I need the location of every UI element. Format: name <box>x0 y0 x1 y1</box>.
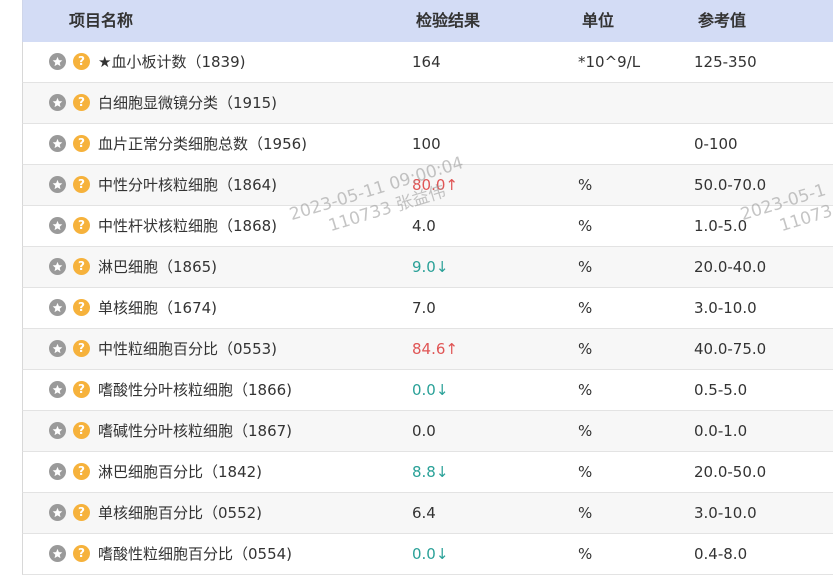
favorite-star-icon[interactable] <box>49 53 66 70</box>
item-reference: 20.0-50.0 <box>694 463 767 481</box>
item-result: 164 <box>412 53 441 71</box>
table-row: ? 淋巴细胞（1865) 9.0↓% 20.0-40.0 <box>22 247 833 288</box>
help-question-icon[interactable]: ? <box>73 217 90 234</box>
favorite-star-icon[interactable] <box>49 135 66 152</box>
help-question-icon[interactable]: ? <box>73 258 90 275</box>
item-name: 嗜酸性分叶核粒细胞（1866) <box>98 381 293 399</box>
item-name: 白细胞显微镜分类（1915) <box>98 94 278 112</box>
lab-results-table: 项目名称 检验结果 单位 参考值 ? ★血小板计数（1839) 164 *10^9/L… <box>22 0 833 575</box>
item-name: 单核细胞（1674) <box>98 299 218 317</box>
item-result: 0.0↓ <box>412 545 449 563</box>
table-row: ? 嗜碱性分叶核粒细胞（1867) 0.0% 0.0-1.0 <box>22 411 833 452</box>
item-result: 0.0 <box>412 422 436 440</box>
item-name: ★血小板计数（1839) <box>98 53 246 71</box>
item-reference: 3.0-10.0 <box>694 504 757 522</box>
item-unit: % <box>578 217 593 235</box>
help-question-icon[interactable]: ? <box>73 299 90 316</box>
favorite-star-icon[interactable] <box>49 463 66 480</box>
table-row: ? 嗜酸性粒细胞百分比（0554) 0.0↓% 0.4-8.0 <box>22 534 833 575</box>
item-name: 嗜碱性分叶核粒细胞（1867) <box>98 422 293 440</box>
help-question-icon[interactable]: ? <box>73 381 90 398</box>
table-body: ? ★血小板计数（1839) 164 *10^9/L 125-350? 白细胞显微镜分类（… <box>22 42 833 575</box>
header-unit: 单位 <box>582 11 615 30</box>
favorite-star-icon[interactable] <box>49 217 66 234</box>
item-unit: % <box>578 381 593 399</box>
help-question-icon[interactable]: ? <box>73 545 90 562</box>
item-unit: % <box>578 545 593 563</box>
item-result: 84.6↑ <box>412 340 458 358</box>
item-name: 血片正常分类细胞总数（1956) <box>98 135 308 153</box>
item-unit: % <box>578 176 593 194</box>
table-row: ? 淋巴细胞百分比（1842) 8.8↓% 20.0-50.0 <box>22 452 833 493</box>
item-reference: 20.0-40.0 <box>694 258 767 276</box>
favorite-star-icon[interactable] <box>49 258 66 275</box>
item-reference: 125-350 <box>694 53 757 71</box>
item-name: 中性分叶核粒细胞（1864) <box>98 176 278 194</box>
help-question-icon[interactable]: ? <box>73 422 90 439</box>
header-reference: 参考值 <box>698 11 747 30</box>
favorite-star-icon[interactable] <box>49 545 66 562</box>
favorite-star-icon[interactable] <box>49 299 66 316</box>
item-name: 淋巴细胞（1865) <box>98 258 218 276</box>
favorite-star-icon[interactable] <box>49 422 66 439</box>
item-reference: 0.0-1.0 <box>694 422 748 440</box>
favorite-star-icon[interactable] <box>49 381 66 398</box>
table-header: 项目名称 检验结果 单位 参考值 <box>22 0 833 42</box>
item-result: 4.0 <box>412 217 436 235</box>
help-question-icon[interactable]: ? <box>73 463 90 480</box>
table-row: ? 中性杆状核粒细胞（1868) 4.0% 1.0-5.0 <box>22 206 833 247</box>
header-result: 检验结果 <box>416 11 481 30</box>
help-question-icon[interactable]: ? <box>73 340 90 357</box>
help-question-icon[interactable]: ? <box>73 53 90 70</box>
item-name: 嗜酸性粒细胞百分比（0554) <box>98 545 293 563</box>
item-reference: 0.4-8.0 <box>694 545 748 563</box>
item-unit: % <box>578 463 593 481</box>
item-reference: 0.5-5.0 <box>694 381 748 399</box>
item-unit: % <box>578 258 593 276</box>
table-row: ? 单核细胞（1674) 7.0% 3.0-10.0 <box>22 288 833 329</box>
item-reference: 0-100 <box>694 135 738 153</box>
table-row: ? 血片正常分类细胞总数（1956) 100 0-100 <box>22 124 833 165</box>
item-name: 单核细胞百分比（0552) <box>98 504 263 522</box>
help-question-icon[interactable]: ? <box>73 504 90 521</box>
item-reference: 3.0-10.0 <box>694 299 757 317</box>
item-unit: % <box>578 504 593 522</box>
table-row: ? 嗜酸性分叶核粒细胞（1866) 0.0↓% 0.5-5.0 <box>22 370 833 411</box>
item-reference: 40.0-75.0 <box>694 340 767 358</box>
favorite-star-icon[interactable] <box>49 504 66 521</box>
item-result: 6.4 <box>412 504 436 522</box>
item-unit: % <box>578 340 593 358</box>
help-question-icon[interactable]: ? <box>73 94 90 111</box>
item-result: 8.8↓ <box>412 463 449 481</box>
item-result: 7.0 <box>412 299 436 317</box>
item-reference: 50.0-70.0 <box>694 176 767 194</box>
item-unit: % <box>578 422 593 440</box>
table-row: ? ★血小板计数（1839) 164 *10^9/L 125-350 <box>22 42 833 83</box>
item-name: 淋巴细胞百分比（1842) <box>98 463 263 481</box>
item-result: 0.0↓ <box>412 381 449 399</box>
header-name: 项目名称 <box>69 11 134 30</box>
favorite-star-icon[interactable] <box>49 94 66 111</box>
favorite-star-icon[interactable] <box>49 176 66 193</box>
item-result: 9.0↓ <box>412 258 449 276</box>
item-unit: % <box>578 299 593 317</box>
item-result: 80.0↑ <box>412 176 458 194</box>
item-result: 100 <box>412 135 441 153</box>
item-name: 中性杆状核粒细胞（1868) <box>98 217 278 235</box>
help-question-icon[interactable]: ? <box>73 176 90 193</box>
item-reference: 1.0-5.0 <box>694 217 748 235</box>
item-name: 中性粒细胞百分比（0553) <box>98 340 278 358</box>
table-row: ? 中性粒细胞百分比（0553) 84.6↑% 40.0-75.0 <box>22 329 833 370</box>
item-unit: *10^9/L <box>578 53 641 71</box>
table-row: ? 中性分叶核粒细胞（1864) 80.0↑% 50.0-70.0 <box>22 165 833 206</box>
help-question-icon[interactable]: ? <box>73 135 90 152</box>
table-row: ? 白细胞显微镜分类（1915) <box>22 83 833 124</box>
favorite-star-icon[interactable] <box>49 340 66 357</box>
table-row: ? 单核细胞百分比（0552) 6.4% 3.0-10.0 <box>22 493 833 534</box>
